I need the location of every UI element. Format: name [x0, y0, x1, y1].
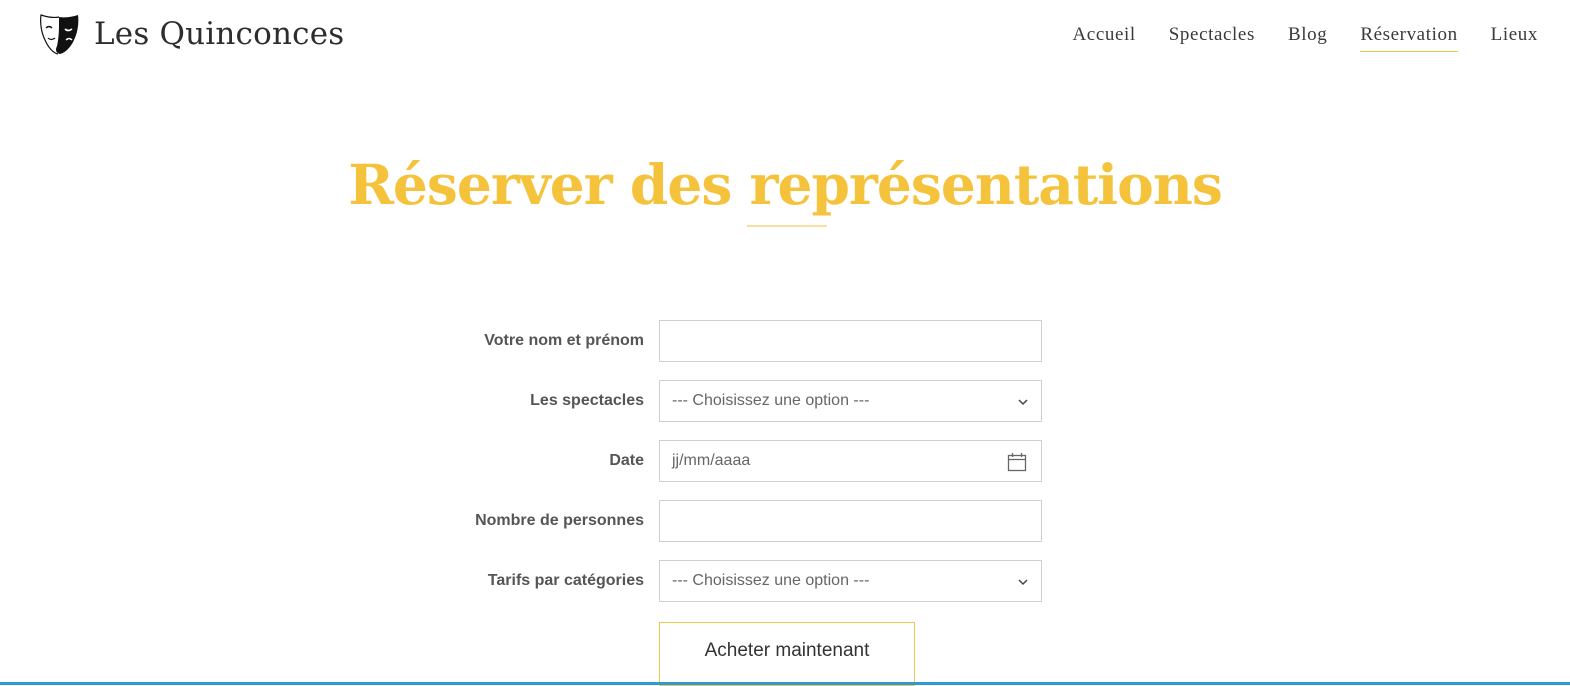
form-row-date: Date jj/mm/aaaa	[0, 440, 1570, 482]
form-row-people: Nombre de personnes	[0, 500, 1570, 542]
people-label: Nombre de personnes	[475, 512, 644, 529]
name-input[interactable]	[659, 320, 1042, 362]
shows-label: Les spectacles	[530, 392, 644, 409]
shows-select[interactable]: --- Choisissez une option ---	[659, 380, 1042, 422]
form-row-name: Votre nom et prénom	[0, 320, 1570, 362]
form-row-shows: Les spectacles --- Choisissez une option…	[0, 380, 1570, 422]
date-input[interactable]: jj/mm/aaaa	[659, 440, 1042, 482]
nav-item-lieux[interactable]: Lieux	[1491, 24, 1538, 52]
nav-item-reservation[interactable]: Réservation	[1360, 24, 1458, 52]
calendar-icon[interactable]	[1007, 452, 1027, 472]
chevron-down-icon	[1018, 399, 1028, 406]
nav-item-accueil[interactable]: Accueil	[1072, 24, 1135, 52]
name-label: Votre nom et prénom	[484, 332, 644, 349]
title-underline	[747, 225, 827, 227]
date-label: Date	[609, 452, 644, 469]
rates-select-value: --- Choisissez une option ---	[672, 572, 870, 589]
rates-label: Tarifs par catégories	[487, 572, 644, 589]
page-title: Réserver des représentations	[348, 152, 1223, 217]
rates-select[interactable]: --- Choisissez une option ---	[659, 560, 1042, 602]
form-row-rates: Tarifs par catégories --- Choisissez une…	[0, 560, 1570, 602]
main-nav: Accueil Spectacles Blog Réservation Lieu…	[1039, 24, 1538, 52]
site-logo[interactable]: Les Quinconces	[38, 14, 344, 56]
site-header: Les Quinconces Accueil Spectacles Blog R…	[0, 0, 1570, 72]
chevron-down-icon	[1018, 579, 1028, 586]
nav-item-blog[interactable]: Blog	[1288, 24, 1327, 52]
nav-item-spectacles[interactable]: Spectacles	[1169, 24, 1255, 52]
date-placeholder: jj/mm/aaaa	[672, 452, 751, 469]
shows-select-value: --- Choisissez une option ---	[672, 392, 870, 409]
theatre-mask-icon	[40, 14, 79, 55]
buy-now-button[interactable]: Acheter maintenant	[659, 622, 915, 686]
site-name: Les Quinconces	[94, 16, 345, 52]
people-count-input[interactable]	[659, 500, 1042, 542]
